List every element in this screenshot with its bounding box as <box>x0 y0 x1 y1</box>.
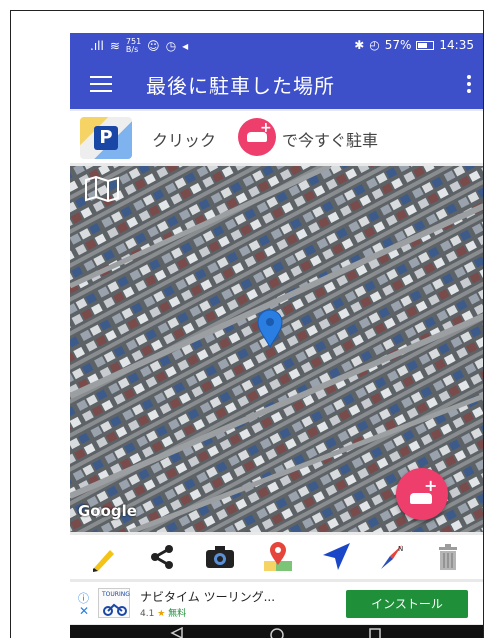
signal-icon: .ıll <box>90 39 104 53</box>
phone-screen: .ıll ≋ 751 B/s ☺ ◷ ◂ ✱ ◴ 57% 14:35 最後に駐車… <box>70 33 483 638</box>
nav-back-icon[interactable] <box>170 627 184 638</box>
android-nav-bar <box>70 625 483 638</box>
park-hint-text-after: で今すぐ駐車 <box>282 131 379 150</box>
ad-rating: 4.1 ★ 無料 <box>140 606 186 619</box>
ad-price: 無料 <box>168 609 187 619</box>
star-icon: ★ <box>157 609 166 619</box>
parking-p-icon: P <box>94 126 118 150</box>
car-icon <box>410 493 432 504</box>
battery-percent: 57% <box>384 38 412 52</box>
map-pin-icon[interactable] <box>262 541 294 573</box>
status-time: 14:35 <box>439 38 474 52</box>
hamburger-menu-icon[interactable] <box>90 76 112 92</box>
satellite-map[interactable]: Google + <box>70 166 483 532</box>
park-here-fab[interactable]: + <box>396 468 448 520</box>
compass-icon[interactable]: N <box>376 541 408 573</box>
back-arrow-icon: ◂ <box>182 39 189 53</box>
app-bar: 最後に駐車した場所 <box>70 59 483 109</box>
ad-title: ナビタイム ツーリング... <box>140 590 276 604</box>
notification-icon: ☺ <box>147 39 160 53</box>
clock-icon: ◴ <box>369 38 380 52</box>
parking-app-logo: P <box>80 117 132 159</box>
alarm-icon: ◷ <box>165 39 177 53</box>
ad-app-icon-text: TOURING <box>102 591 130 598</box>
navigation-arrow-icon[interactable] <box>320 541 352 573</box>
network-speed-unit: B/s <box>125 45 139 54</box>
map-layers-icon[interactable] <box>84 176 120 202</box>
battery-icon <box>416 40 435 50</box>
car-icon <box>247 132 267 142</box>
bluetooth-icon: ✱ <box>354 38 365 52</box>
ad-close-icon[interactable]: ✕ <box>79 604 89 618</box>
camera-icon[interactable] <box>204 541 236 573</box>
nav-home-icon[interactable] <box>270 627 284 638</box>
nav-recents-icon[interactable] <box>368 627 382 638</box>
screenshot-frame: .ıll ≋ 751 B/s ☺ ◷ ◂ ✱ ◴ 57% 14:35 最後に駐車… <box>10 10 484 638</box>
svg-text:N: N <box>398 545 403 553</box>
location-marker-icon[interactable] <box>256 308 284 348</box>
trash-icon[interactable] <box>432 541 464 573</box>
status-left: .ıll ≋ 751 B/s ☺ ◷ ◂ <box>90 38 188 54</box>
action-toolbar: N <box>70 535 483 579</box>
share-icon[interactable] <box>146 541 178 573</box>
install-button[interactable]: インストール <box>346 590 468 618</box>
ad-rating-value: 4.1 <box>140 609 155 619</box>
more-options-icon[interactable] <box>466 75 472 95</box>
status-right: ✱ ◴ 57% 14:35 <box>354 38 474 52</box>
ad-banner[interactable]: ⓘ ✕ TOURING ナビタイム ツーリング... 4.1 ★ 無料 インスト… <box>70 582 483 624</box>
add-parking-button[interactable]: + <box>238 118 276 156</box>
network-speed: 751 B/s <box>126 38 141 54</box>
google-attribution: Google <box>78 502 137 520</box>
park-now-bar: P クリック + で今すぐ駐車 <box>70 111 483 163</box>
ad-app-icon: TOURING <box>98 588 130 618</box>
app-title: 最後に駐車した場所 <box>146 74 335 98</box>
pencil-icon[interactable] <box>88 541 120 573</box>
wifi-icon: ≋ <box>109 39 120 53</box>
motorcycle-icon <box>103 603 127 616</box>
park-hint-text-before: クリック <box>152 131 217 150</box>
status-bar: .ıll ≋ 751 B/s ☺ ◷ ◂ ✱ ◴ 57% 14:35 <box>70 33 483 59</box>
